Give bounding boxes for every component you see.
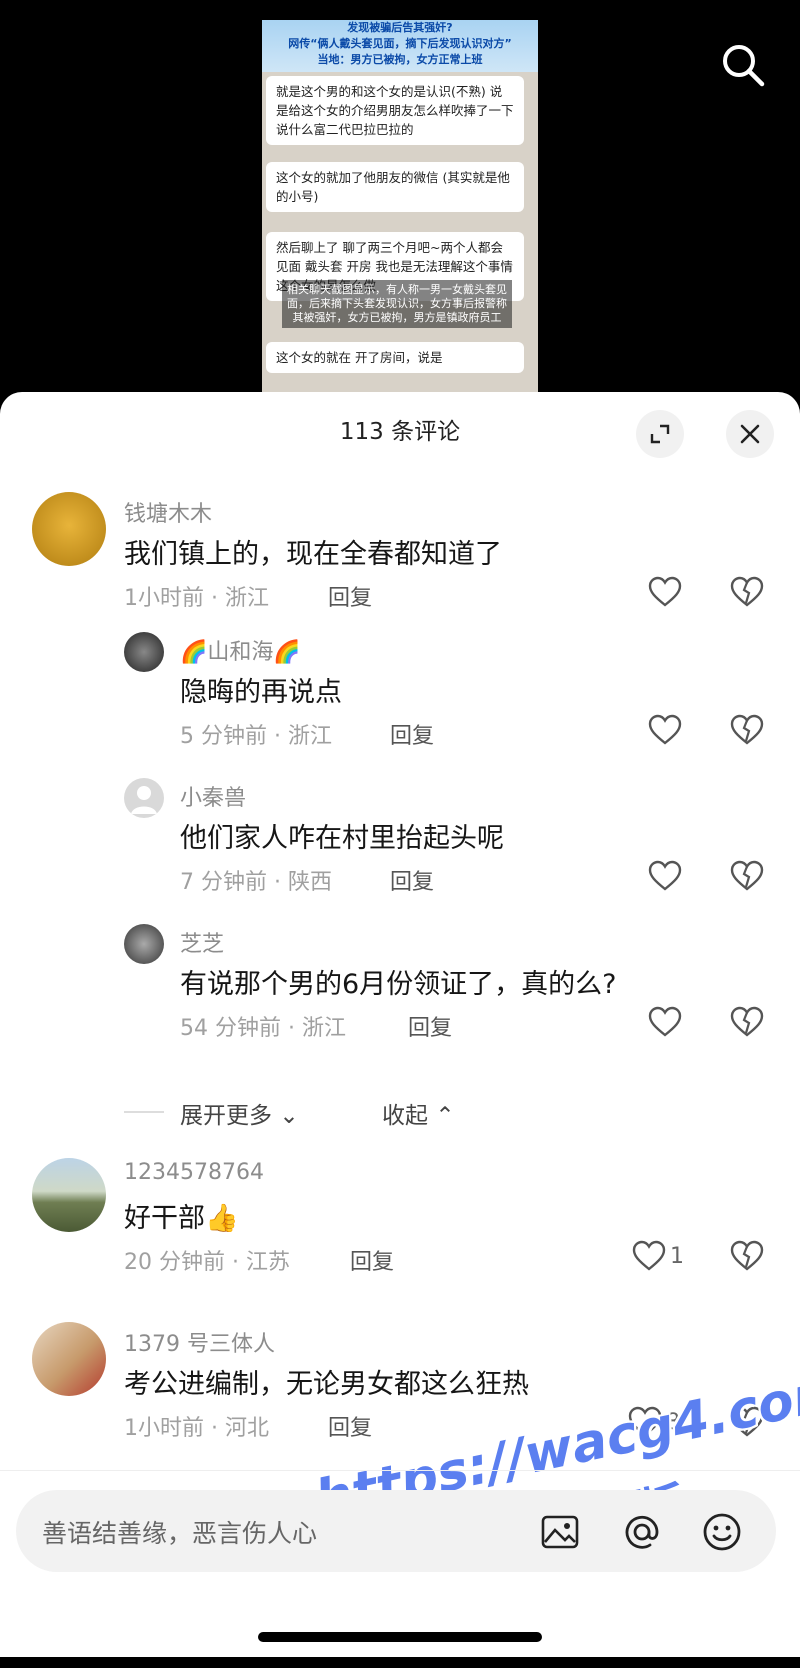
comment-username[interactable]: 🌈山和海🌈 — [180, 634, 301, 666]
input-divider — [0, 1470, 800, 1471]
avatar[interactable] — [124, 632, 164, 672]
mention-button[interactable] — [620, 1510, 664, 1554]
default-avatar-icon — [131, 786, 157, 814]
expand-more-button[interactable]: 展开更多 ⌄ — [180, 1096, 299, 1130]
comment-username[interactable]: 芝芝 — [180, 926, 224, 958]
heart-outline-icon — [648, 860, 682, 891]
dislike-button[interactable] — [730, 1006, 764, 1038]
broken-heart-icon — [730, 1406, 764, 1437]
heart-outline-icon — [648, 576, 682, 607]
comment-username[interactable]: 小秦兽 — [180, 780, 246, 812]
comment-meta: 20 分钟前 · 江苏 — [124, 1250, 290, 1275]
image-icon — [541, 1515, 579, 1549]
comment-text: 好干部👍 — [124, 1203, 239, 1234]
broken-heart-icon — [730, 1240, 764, 1271]
search-button[interactable] — [718, 40, 768, 90]
comment-input-placeholder[interactable]: 善语结善缘，恶言伤人心 — [42, 1514, 317, 1550]
close-button[interactable] — [726, 410, 774, 458]
search-icon — [723, 45, 765, 87]
like-count: 8 — [666, 1409, 680, 1435]
at-icon — [625, 1515, 659, 1549]
video-player[interactable]: 发现被骗后告其强奸? 网传“俩人戴头套见面，摘下后发现认识对方” 当地：男方已被… — [0, 0, 800, 420]
comment-meta: 1小时前 · 浙江 — [124, 586, 269, 611]
reply-button[interactable]: 回复 — [408, 1010, 452, 1042]
broken-heart-icon — [730, 714, 764, 745]
close-icon — [740, 424, 760, 444]
chat-bubble: 这个女的就在 开了房间，说是 — [266, 342, 524, 373]
thread-controls: 展开更多 ⌄ 收起 ⌃ — [0, 1092, 800, 1132]
comment-text: 隐晦的再说点 — [180, 677, 342, 708]
avatar[interactable] — [124, 778, 164, 818]
expand-icon — [650, 424, 670, 444]
comment-text: 有说那个男的6月份领证了，真的么? — [180, 969, 617, 1000]
comment-text: 考公进编制，无论男女都这么狂热 — [124, 1369, 529, 1400]
comment-meta: 54 分钟前 · 浙江 — [180, 1016, 346, 1041]
chat-bubble: 这个女的就加了他朋友的微信 (其实就是他的小号) — [266, 162, 524, 212]
comment-input[interactable]: 善语结善缘，恶言伤人心 — [16, 1490, 776, 1572]
heart-outline-icon — [648, 1006, 682, 1037]
like-button[interactable] — [648, 1006, 686, 1038]
thread-divider — [124, 1111, 164, 1113]
broken-heart-icon — [730, 860, 764, 891]
avatar[interactable] — [32, 1158, 106, 1232]
avatar[interactable] — [32, 492, 106, 566]
like-button[interactable] — [648, 860, 686, 892]
reply-button[interactable]: 回复 — [328, 580, 372, 612]
dislike-button[interactable] — [730, 1406, 764, 1438]
dislike-button[interactable] — [730, 1240, 764, 1272]
broken-heart-icon — [730, 576, 764, 607]
broken-heart-icon — [730, 1006, 764, 1037]
emoji-button[interactable] — [700, 1510, 744, 1554]
avatar[interactable] — [124, 924, 164, 964]
reply-button[interactable]: 回复 — [350, 1244, 394, 1276]
heart-outline-icon — [648, 714, 682, 745]
collapse-button[interactable]: 收起 ⌃ — [382, 1096, 455, 1130]
heart-outline-icon — [632, 1240, 666, 1271]
like-button[interactable]: 1 — [632, 1240, 684, 1272]
comment-username[interactable]: 1379 号三体人 — [124, 1326, 275, 1358]
comment-meta: 5 分钟前 · 浙江 — [180, 724, 332, 749]
collapse-label: 收起 — [382, 1103, 428, 1129]
reply-button[interactable]: 回复 — [390, 864, 434, 896]
headline-line: 当地：男方已被拘，女方正常上班 — [317, 53, 483, 66]
like-count: 1 — [670, 1243, 684, 1269]
dislike-button[interactable] — [730, 860, 764, 892]
comment-meta: 1小时前 · 河北 — [124, 1416, 269, 1441]
video-caption-overlay: 相关聊天截图显示，有人称一男一女戴头套见面，后来摘下头套发现认识，女方事后报警称… — [282, 280, 512, 328]
video-frame[interactable]: 发现被骗后告其强奸? 网传“俩人戴头套见面，摘下后发现认识对方” 当地：男方已被… — [262, 20, 538, 420]
chat-bubble: 就是这个男的和这个女的是认识(不熟) 说是给这个女的介绍男朋友怎么样吹捧了一下 … — [266, 76, 524, 145]
reply-button[interactable]: 回复 — [328, 1410, 372, 1442]
comments-sheet: 113 条评论 钱塘木木 我们镇上的，现在全春都知道了 1小时前 · 浙江 回复… — [0, 392, 800, 1657]
headline-line: 发现被骗后告其强奸? — [347, 21, 453, 34]
like-button[interactable]: 8 — [628, 1406, 680, 1438]
chevron-down-icon: ⌄ — [279, 1103, 299, 1129]
headline-line: 网传“俩人戴头套见面，摘下后发现认识对方” — [288, 37, 512, 50]
expand-more-label: 展开更多 — [180, 1103, 272, 1129]
image-button[interactable] — [538, 1510, 582, 1554]
video-headline: 发现被骗后告其强奸? 网传“俩人戴头套见面，摘下后发现认识对方” 当地：男方已被… — [262, 20, 538, 72]
emoji-icon — [703, 1513, 741, 1551]
heart-outline-icon — [628, 1406, 662, 1437]
expand-button[interactable] — [636, 410, 684, 458]
comment-username[interactable]: 1234578764 — [124, 1160, 264, 1185]
comment-text: 我们镇上的，现在全春都知道了 — [124, 539, 502, 570]
like-button[interactable] — [648, 576, 686, 608]
chevron-up-icon: ⌃ — [435, 1103, 455, 1129]
dislike-button[interactable] — [730, 576, 764, 608]
like-button[interactable] — [648, 714, 686, 746]
reply-button[interactable]: 回复 — [390, 718, 434, 750]
comment-username[interactable]: 钱塘木木 — [124, 496, 212, 528]
dislike-button[interactable] — [730, 714, 764, 746]
comment-meta: 7 分钟前 · 陕西 — [180, 870, 332, 895]
home-indicator[interactable] — [258, 1632, 542, 1642]
comment-text: 他们家人咋在村里抬起头呢 — [180, 823, 504, 854]
avatar[interactable] — [32, 1322, 106, 1396]
